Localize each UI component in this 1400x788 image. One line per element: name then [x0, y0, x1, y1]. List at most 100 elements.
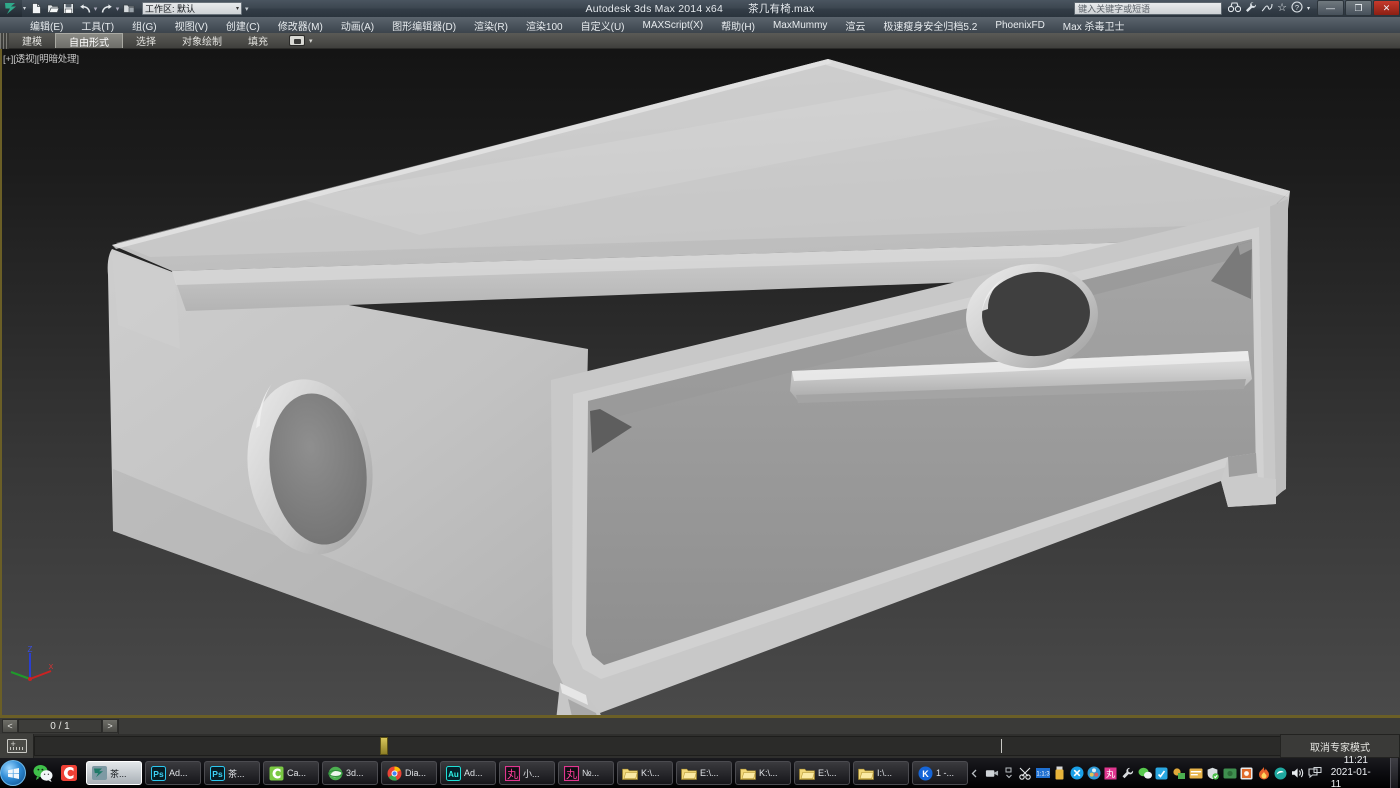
tray-colors-icon[interactable] [1087, 766, 1101, 780]
show-desktop-button[interactable] [1390, 758, 1398, 788]
ribbon-tab-2[interactable]: 选择 [123, 33, 169, 48]
set-project-folder-icon[interactable] [121, 2, 136, 16]
frame-counter[interactable]: 0 / 1 [18, 719, 102, 733]
tray-net-icon[interactable] [1172, 766, 1186, 780]
task-3dsmax[interactable]: 茶... [86, 761, 142, 785]
ribbon-tab-3[interactable]: 对象绘制 [169, 33, 235, 48]
tray-expand-icon[interactable] [1002, 766, 1016, 780]
key-add-icon[interactable] [0, 734, 34, 758]
time-slider-handle[interactable] [380, 737, 388, 755]
perspective-viewport[interactable]: [+][透视][明暗处理] [0, 49, 1400, 717]
menu-item-11[interactable]: MAXScript(X) [634, 17, 713, 33]
task-folder-1[interactable]: K:\... [617, 761, 673, 785]
start-button[interactable] [0, 758, 26, 788]
prev-frame-button[interactable]: < [2, 719, 18, 733]
tray-tool-icon[interactable] [1121, 766, 1135, 780]
task-photoshop-2[interactable]: Ps茶... [204, 761, 260, 785]
binoculars-icon[interactable] [1228, 2, 1241, 16]
tray-shield-green-icon[interactable] [1206, 766, 1220, 780]
tray-money-icon[interactable] [1223, 766, 1237, 780]
redo-icon[interactable] [99, 2, 114, 16]
task-photoshop-1[interactable]: PsAd... [145, 761, 201, 785]
tray-scissors-icon[interactable] [1019, 766, 1033, 780]
workspace-caret-icon[interactable]: ▾ [236, 5, 239, 12]
favorites-star-icon[interactable]: ☆ [1277, 3, 1287, 14]
tray-image-icon[interactable] [1240, 766, 1254, 780]
menu-item-10[interactable]: 自定义(U) [572, 17, 634, 33]
menu-item-3[interactable]: 视图(V) [166, 17, 217, 33]
menu-item-12[interactable]: 帮助(H) [712, 17, 764, 33]
task-camtasia[interactable]: Ca... [263, 761, 319, 785]
menu-item-4[interactable]: 创建(C) [217, 17, 269, 33]
wrench-icon[interactable] [1245, 1, 1257, 16]
open-file-icon[interactable] [45, 2, 60, 16]
menu-item-14[interactable]: 渲云 [836, 17, 874, 33]
ribbon-drag-grip[interactable] [0, 33, 9, 49]
new-file-icon[interactable] [29, 2, 44, 16]
workspace-dropdown-icon[interactable]: ▾ [245, 5, 249, 13]
wechat-icon[interactable] [32, 762, 54, 784]
tray-blue-box-icon[interactable]: 1:1:3 [1036, 766, 1050, 780]
tray-circle-x-icon[interactable] [1070, 766, 1084, 780]
minimize-button[interactable]: — [1317, 0, 1344, 16]
tray-window-icon[interactable] [1189, 766, 1203, 780]
help-icon[interactable]: ? [1291, 1, 1303, 16]
audition-icon: Au [445, 765, 461, 781]
3dsmax-logo-icon[interactable] [0, 0, 22, 17]
menu-item-16[interactable]: PhoenixFD [986, 17, 1053, 33]
tray-camera-icon[interactable] [985, 766, 999, 780]
menu-item-6[interactable]: 动画(A) [332, 17, 383, 33]
task-chrome[interactable]: Dia... [381, 761, 437, 785]
menu-item-17[interactable]: Max 杀毒卫士 [1054, 17, 1134, 33]
task-folder-3[interactable]: K:\... [735, 761, 791, 785]
search-input[interactable]: 键入关键字或短语 [1074, 2, 1222, 15]
tray-pink-icon[interactable]: 丸 [1104, 766, 1118, 780]
undo-icon[interactable] [77, 2, 92, 16]
menu-item-15[interactable]: 极速瘦身安全归档5.2 [874, 17, 986, 33]
tray-wechat-icon[interactable] [1138, 766, 1152, 780]
task-folder-5[interactable]: I:\... [853, 761, 909, 785]
viewport-label[interactable]: [+][透视][明暗处理] [3, 51, 79, 65]
time-slider-track[interactable] [34, 736, 1400, 756]
close-button[interactable]: ✕ [1373, 0, 1400, 16]
workspace-selector[interactable]: 工作区: 默认 ▾ [142, 2, 242, 15]
tray-flame-icon[interactable] [1257, 766, 1271, 780]
svg-text:?: ? [1295, 3, 1299, 12]
restore-button[interactable]: ❐ [1345, 0, 1372, 16]
tray-show-hidden-icon[interactable] [968, 766, 982, 780]
task-wan-2[interactable]: 丸№... [558, 761, 614, 785]
signature-icon[interactable] [1261, 2, 1273, 16]
menu-item-5[interactable]: 修改器(M) [269, 17, 332, 33]
tray-usb-icon[interactable] [1053, 766, 1067, 780]
task-folder-4[interactable]: E:\... [794, 761, 850, 785]
menu-item-9[interactable]: 渲染100 [517, 17, 572, 33]
ribbon-tab-4[interactable]: 填充 [235, 33, 281, 48]
menu-item-7[interactable]: 图形编辑器(D) [383, 17, 465, 33]
save-file-icon[interactable] [61, 2, 76, 16]
tray-volume-icon[interactable] [1291, 766, 1305, 780]
tray-action-center-icon[interactable] [1308, 766, 1322, 780]
help-caret-icon[interactable]: ▾ [1307, 6, 1310, 12]
ribbon-tab-0[interactable]: 建模 [9, 33, 55, 48]
task-audition[interactable]: AuAd... [440, 761, 496, 785]
menu-item-0[interactable]: 编辑(E) [22, 17, 72, 33]
taskbar-clock[interactable]: 11:21 2021-01-11 [1325, 755, 1387, 788]
tray-edge-icon[interactable] [1274, 766, 1288, 780]
next-frame-button[interactable]: > [102, 719, 118, 733]
ribbon-overflow-caret-icon[interactable]: ▾ [309, 37, 313, 45]
ribbon-tab-1[interactable]: 自由形式 [55, 33, 123, 48]
ribbon-display-mode-icon[interactable] [289, 35, 305, 46]
menu-item-8[interactable]: 渲染(R) [465, 17, 517, 33]
menu-item-2[interactable]: 组(G) [123, 17, 165, 33]
undo-dropdown-caret-icon[interactable]: ▾ [93, 5, 98, 13]
task-folder-2[interactable]: E:\... [676, 761, 732, 785]
tray-sync-icon[interactable] [1155, 766, 1169, 780]
menu-item-1[interactable]: 工具(T) [72, 17, 123, 33]
task-kmplayer[interactable]: K1 -... [912, 761, 968, 785]
redo-dropdown-caret-icon[interactable]: ▾ [115, 5, 120, 13]
track-bar-empty-area[interactable] [118, 719, 1400, 734]
task-wan-1[interactable]: 丸小... [499, 761, 555, 785]
task-ie[interactable]: 3d... [322, 761, 378, 785]
camtasia-icon[interactable] [58, 762, 80, 784]
menu-item-13[interactable]: MaxMummy [764, 17, 836, 33]
